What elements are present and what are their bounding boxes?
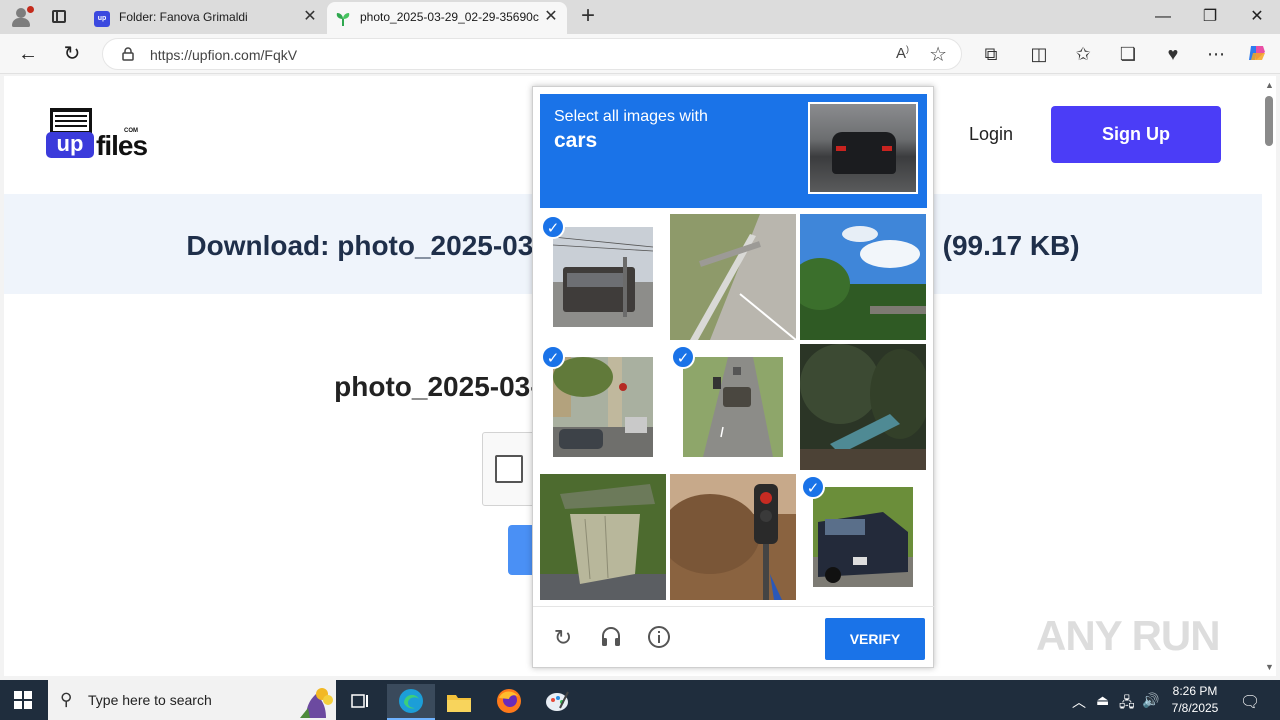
read-aloud-icon[interactable]: A) bbox=[896, 44, 909, 62]
tab-title: photo_2025-03-29_02-29-35690c bbox=[360, 10, 539, 24]
more-menu-icon[interactable]: ⋯ bbox=[1205, 43, 1227, 65]
captcha-instruction: Select all images with bbox=[554, 108, 708, 125]
audio-icon[interactable] bbox=[598, 625, 624, 651]
lock-icon[interactable] bbox=[121, 47, 135, 61]
notifications-icon[interactable]: 🗨 bbox=[1240, 692, 1260, 712]
signup-button[interactable]: Sign Up bbox=[1051, 106, 1221, 163]
windows-taskbar: ⚲ Type here to search ︿ ⏏ 🖧 🔊 8:26 PM 7/… bbox=[0, 680, 1280, 720]
tab-actions-icon[interactable] bbox=[50, 8, 70, 26]
task-view-icon[interactable] bbox=[336, 684, 384, 720]
search-highlight-icon bbox=[300, 688, 333, 718]
close-tab-icon[interactable]: ✕ bbox=[302, 9, 318, 25]
extensions-icon[interactable]: ⧉ bbox=[980, 43, 1002, 65]
favorite-star-icon[interactable]: ☆ bbox=[929, 42, 947, 67]
restore-icon[interactable]: ❐ bbox=[1187, 0, 1233, 34]
selected-check-icon: ✓ bbox=[541, 345, 565, 369]
profile-avatar-icon[interactable] bbox=[10, 6, 34, 28]
address-bar[interactable]: https://upfion.com/FqkV A) ☆ bbox=[102, 38, 962, 70]
tab-folder[interactable]: up Folder: Fanova Grimaldi ✕ bbox=[86, 2, 326, 34]
captcha-tile-shed[interactable] bbox=[540, 474, 666, 600]
upfiles-logo[interactable]: up files COM bbox=[46, 106, 156, 162]
captcha-tile-guardrail[interactable] bbox=[670, 214, 796, 340]
recaptcha-checkbox[interactable] bbox=[495, 455, 523, 483]
tab-photo[interactable]: photo_2025-03-29_02-29-35690c ✕ bbox=[327, 2, 567, 34]
page-scrollbar[interactable]: ▲ ▼ bbox=[1262, 76, 1276, 676]
captcha-sample-image bbox=[808, 102, 918, 194]
clock-date: 7/8/2025 bbox=[1171, 701, 1219, 715]
favorites-icon[interactable]: ✩ bbox=[1072, 43, 1094, 65]
search-placeholder[interactable]: Type here to search bbox=[88, 692, 212, 708]
upfiles-favicon-icon: up bbox=[94, 11, 110, 27]
info-icon[interactable] bbox=[646, 625, 672, 651]
captcha-challenge: Select all images with cars ✓ ✓ ✓ ✓ ↻ VE… bbox=[532, 86, 935, 668]
leaf-favicon-icon bbox=[335, 11, 351, 27]
selected-check-icon: ✓ bbox=[541, 215, 565, 239]
network-icon[interactable]: 🖧 bbox=[1119, 692, 1135, 716]
scroll-down-icon[interactable]: ▼ bbox=[1265, 662, 1274, 672]
captcha-target: cars bbox=[554, 129, 598, 152]
captcha-footer: ↻ VERIFY bbox=[533, 606, 935, 668]
url-text[interactable]: https://upfion.com/FqkV bbox=[150, 47, 297, 63]
split-screen-icon[interactable]: ◫ bbox=[1028, 43, 1050, 65]
close-window-icon[interactable]: ✕ bbox=[1234, 0, 1280, 34]
selected-check-icon: ✓ bbox=[671, 345, 695, 369]
tab-title: Folder: Fanova Grimaldi bbox=[119, 10, 248, 24]
scroll-up-icon[interactable]: ▲ bbox=[1265, 80, 1274, 90]
windows-start-icon[interactable] bbox=[14, 691, 32, 709]
paint-app-icon[interactable] bbox=[533, 684, 581, 720]
new-tab-icon[interactable]: + bbox=[578, 4, 598, 28]
captcha-header: Select all images with cars bbox=[540, 94, 927, 208]
back-icon[interactable]: ← bbox=[16, 42, 40, 66]
selected-check-icon: ✓ bbox=[801, 475, 825, 499]
file-explorer-icon[interactable] bbox=[435, 684, 483, 720]
show-hidden-icons[interactable]: ︿ bbox=[1072, 692, 1086, 712]
edge-taskbar-icon[interactable] bbox=[387, 684, 435, 720]
browser-toolbar: ← ↻ https://upfion.com/FqkV A) ☆ ⧉ ◫ ✩ ❏… bbox=[0, 34, 1280, 74]
clock-time: 8:26 PM bbox=[1172, 684, 1218, 698]
captcha-tile-traffic-light[interactable] bbox=[670, 474, 796, 600]
system-clock[interactable]: 8:26 PM 7/8/2025 bbox=[1160, 683, 1230, 717]
usb-icon[interactable]: ⏏ bbox=[1096, 692, 1109, 709]
reload-icon[interactable]: ↻ bbox=[550, 625, 576, 651]
browser-tab-bar: up Folder: Fanova Grimaldi ✕ photo_2025-… bbox=[0, 0, 1280, 34]
scrollbar-thumb[interactable] bbox=[1265, 96, 1273, 146]
firefox-icon[interactable] bbox=[485, 684, 533, 720]
taskbar-search[interactable]: ⚲ Type here to search bbox=[48, 680, 336, 720]
verify-button[interactable]: VERIFY bbox=[825, 618, 925, 660]
captcha-tile-sky[interactable] bbox=[800, 214, 926, 340]
browser-essentials-icon[interactable]: ♥ bbox=[1162, 43, 1184, 65]
copilot-icon[interactable] bbox=[1246, 43, 1268, 65]
close-tab-icon[interactable]: ✕ bbox=[543, 9, 559, 25]
refresh-icon[interactable]: ↻ bbox=[60, 42, 84, 66]
login-link[interactable]: Login bbox=[969, 124, 1013, 145]
captcha-tile-shrubs[interactable] bbox=[800, 344, 926, 470]
minimize-icon[interactable]: — bbox=[1140, 0, 1186, 34]
volume-icon[interactable]: 🔊 bbox=[1142, 692, 1159, 709]
anyrun-watermark: ANY RUN bbox=[1036, 612, 1221, 659]
collections-icon[interactable]: ❏ bbox=[1117, 43, 1139, 65]
search-icon: ⚲ bbox=[60, 690, 73, 709]
